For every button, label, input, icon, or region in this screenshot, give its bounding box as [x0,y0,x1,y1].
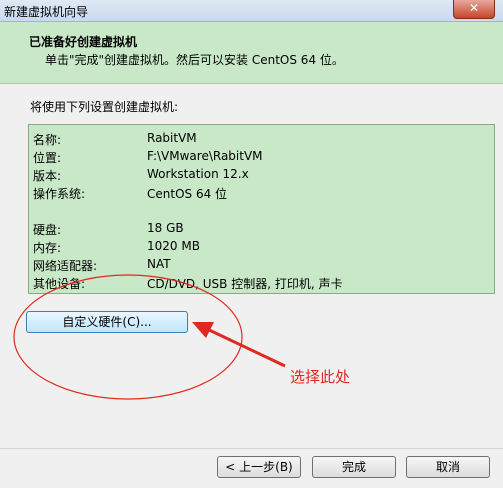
setting-value-location: F:\VMware\RabitVM [147,149,263,163]
annotation-label: 选择此处 [290,368,351,386]
setting-value-disk: 18 GB [147,221,184,235]
setting-value-version: Workstation 12.x [147,167,249,181]
close-icon: ✕ [468,1,480,15]
setting-label-disk: 硬盘: [33,223,62,237]
setting-label-location: 位置: [33,151,62,165]
setting-label-os: 操作系统: [33,187,86,201]
header-subtitle: 单击"完成"创建虚拟机。然后可以安装 CentOS 64 位。 [45,53,344,67]
setting-value-name: RabitVM [147,131,197,145]
setting-label-memory: 内存: [33,241,62,255]
setting-value-os: CentOS 64 位 [147,187,228,201]
setting-label-devices: 其他设备: [33,277,86,291]
settings-intro: 将使用下列设置创建虚拟机: [30,100,179,114]
footer-divider [0,448,503,449]
settings-summary: 名称: RabitVM 位置: F:\VMware\RabitVM 版本: Wo… [28,124,495,294]
header-title: 已准备好创建虚拟机 [29,35,138,49]
setting-value-memory: 1020 MB [147,239,200,253]
back-button[interactable]: < 上一步(B) [217,456,301,478]
setting-value-devices: CD/DVD, USB 控制器, 打印机, 声卡 [147,277,343,291]
title-bar: 新建虚拟机向导 ✕ [0,0,503,22]
cancel-button[interactable]: 取消 [406,456,490,478]
finish-button[interactable]: 完成 [312,456,396,478]
annotation-arrow-line [204,326,286,368]
customize-hardware-button[interactable]: 自定义硬件(C)... [26,311,188,333]
wizard-header: 已准备好创建虚拟机 单击"完成"创建虚拟机。然后可以安装 CentOS 64 位… [0,22,503,84]
window-title: 新建虚拟机向导 [4,5,89,19]
annotation-arrow-head [192,322,214,338]
setting-label-name: 名称: [33,133,62,147]
setting-label-version: 版本: [33,169,62,183]
setting-label-network: 网络适配器: [33,259,98,273]
close-button[interactable]: ✕ [453,0,495,19]
setting-value-network: NAT [147,257,171,271]
